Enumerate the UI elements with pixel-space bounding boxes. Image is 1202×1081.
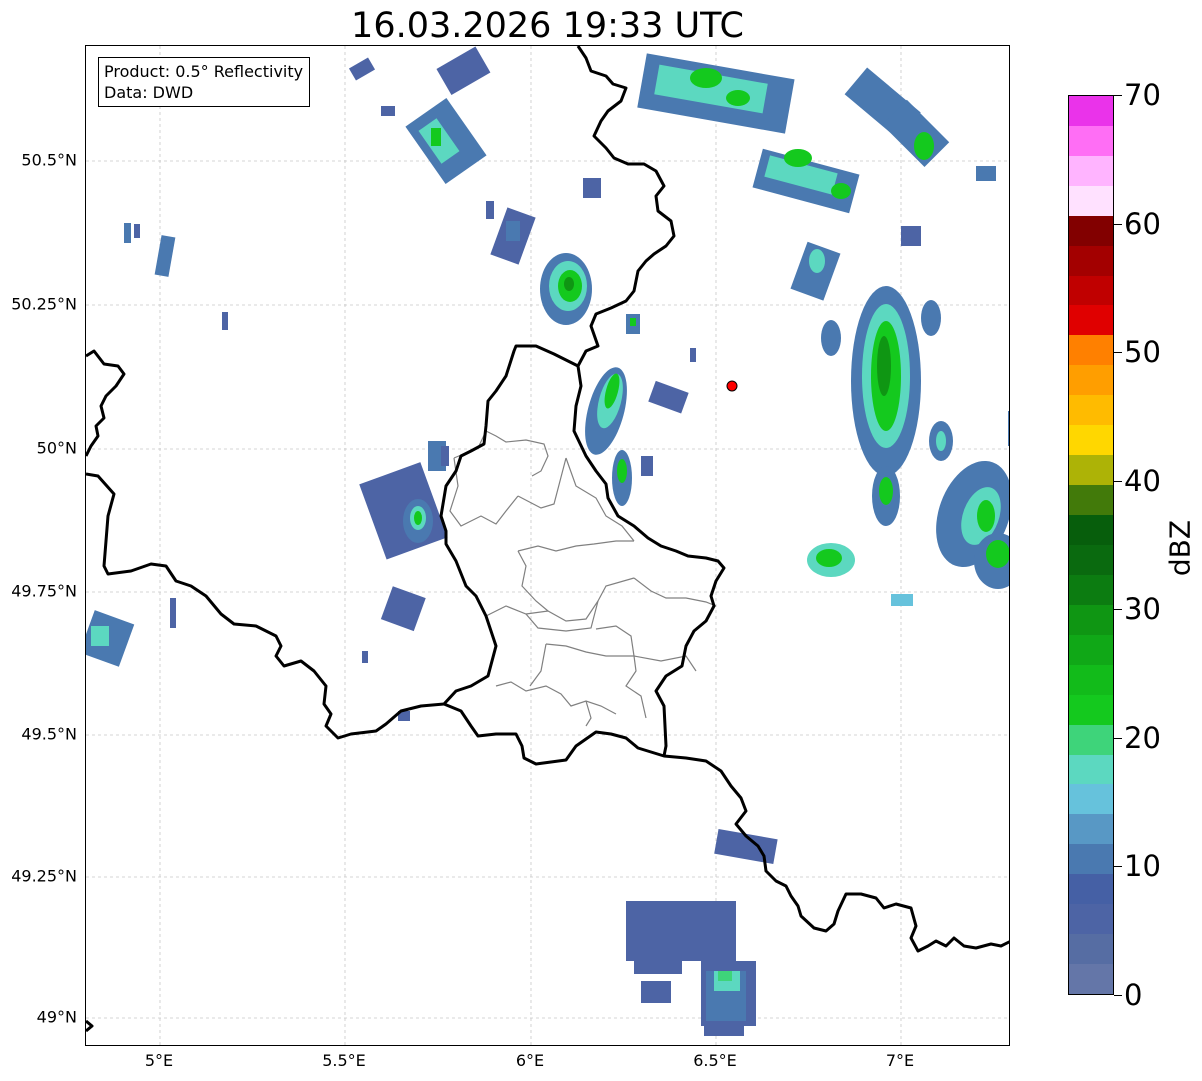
colorbar-segment xyxy=(1069,305,1113,336)
colorbar-segment xyxy=(1069,485,1113,515)
map-title: 16.03.2026 19:33 UTC xyxy=(351,6,744,46)
colorbar-tick xyxy=(1114,481,1122,482)
colorbar-segment xyxy=(1069,185,1113,216)
colorbar-segment xyxy=(1069,215,1113,246)
reflectivity-echoes xyxy=(86,46,1009,1036)
colorbar-tick-label: 10 xyxy=(1124,849,1161,883)
colorbar-segment xyxy=(1069,425,1113,456)
country-borders xyxy=(86,46,1009,1033)
colorbar-segment xyxy=(1069,904,1113,935)
echo-cluster-west xyxy=(86,223,228,667)
colorbar-tick-label: 70 xyxy=(1124,78,1161,112)
colorbar-tick xyxy=(1114,738,1122,739)
colorbar-segment xyxy=(1069,155,1113,186)
colorbar-segment xyxy=(1069,874,1113,905)
lat-label: 49°N xyxy=(36,1007,77,1027)
colorbar-segment xyxy=(1069,574,1113,605)
colorbar-segment xyxy=(1069,784,1113,815)
colorbar-tick xyxy=(1114,352,1122,353)
colorbar-tick xyxy=(1114,95,1122,96)
colorbar-tick-label: 30 xyxy=(1124,592,1161,626)
echo-cluster-east-border xyxy=(585,348,696,506)
colorbar xyxy=(1068,95,1114,995)
data-source-label: Data: DWD xyxy=(104,83,194,102)
colorbar-segment xyxy=(1069,664,1113,695)
radar-site-marker[interactable] xyxy=(726,380,738,392)
lat-label: 49.75°N xyxy=(11,581,77,601)
lon-label: 6°E xyxy=(515,1051,545,1070)
lon-label: 5.5°E xyxy=(322,1051,366,1070)
admin-borders xyxy=(449,430,717,727)
colorbar-tick-label: 40 xyxy=(1124,464,1161,498)
colorbar-tick xyxy=(1114,609,1122,610)
colorbar-tick-label: 50 xyxy=(1124,335,1161,369)
colorbar-segment xyxy=(1069,515,1113,545)
colorbar-tick-label: 60 xyxy=(1124,207,1161,241)
colorbar-segment xyxy=(1069,365,1113,396)
colorbar-segment xyxy=(1069,275,1113,306)
colorbar-segment xyxy=(1069,395,1113,426)
colorbar-segment xyxy=(1069,964,1113,994)
colorbar-segment xyxy=(1069,604,1113,635)
product-label: Product: 0.5° Reflectivity xyxy=(104,62,304,81)
lat-label: 50.5°N xyxy=(21,150,77,170)
lat-label: 50°N xyxy=(36,438,77,458)
product-info-box: Product: 0.5° Reflectivity Data: DWD xyxy=(98,57,311,107)
colorbar-segment xyxy=(1069,844,1113,875)
colorbar-tick xyxy=(1114,995,1122,996)
colorbar-segment xyxy=(1069,95,1113,126)
lat-label: 50.25°N xyxy=(11,294,77,314)
lon-label: 7°E xyxy=(885,1051,915,1070)
map-canvas xyxy=(86,46,1009,1045)
lon-label: 6.5°E xyxy=(693,1051,737,1070)
colorbar-tick xyxy=(1114,224,1122,225)
lat-label: 49.5°N xyxy=(21,724,77,744)
colorbar-segment xyxy=(1069,694,1113,725)
colorbar-segment xyxy=(1069,245,1113,276)
lon-label: 5°E xyxy=(144,1051,174,1070)
colorbar-title: dBZ xyxy=(1163,519,1197,577)
echo-cluster-southwest xyxy=(359,441,449,721)
echo-cluster-north xyxy=(348,46,601,265)
colorbar-segment xyxy=(1069,724,1113,755)
colorbar-segment xyxy=(1069,544,1113,575)
echo-cluster-northeast xyxy=(637,53,996,301)
radar-map[interactable] xyxy=(85,45,1010,1046)
echo-line-east xyxy=(807,286,1009,606)
colorbar-segment xyxy=(1069,634,1113,665)
colorbar-tick xyxy=(1114,866,1122,867)
colorbar-segment xyxy=(1069,125,1113,156)
colorbar-segment xyxy=(1069,814,1113,845)
colorbar-tick-label: 0 xyxy=(1124,978,1143,1012)
colorbar-tick-label: 20 xyxy=(1124,721,1161,755)
colorbar-segment xyxy=(1069,934,1113,965)
colorbar-segment xyxy=(1069,335,1113,366)
colorbar-segment xyxy=(1069,754,1113,785)
echo-cell-center xyxy=(540,253,640,334)
echo-cluster-south xyxy=(626,828,778,1036)
colorbar-segment xyxy=(1069,455,1113,486)
lat-label: 49.25°N xyxy=(11,866,77,886)
